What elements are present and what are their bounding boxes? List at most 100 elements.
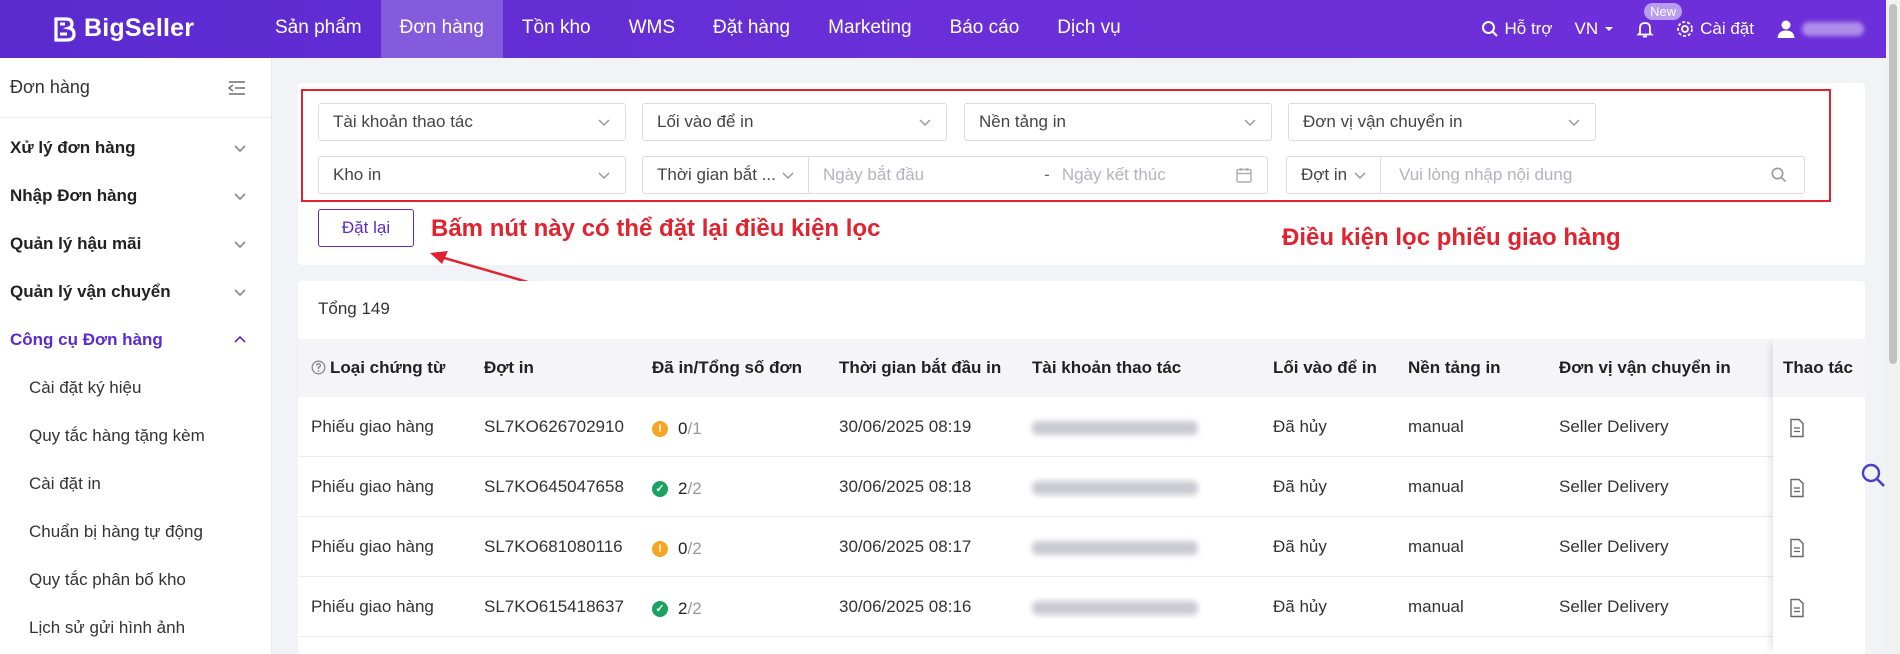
notification-bell[interactable]: New — [1636, 3, 1683, 38]
cell-account-blurred — [1032, 577, 1198, 637]
column-header-entry: Lối vào để in — [1273, 358, 1377, 377]
chevron-down-icon — [234, 193, 246, 201]
cell-start-time: 30/06/2025 08:18 — [839, 477, 972, 496]
sidebar-group-shipping[interactable]: Quản lý vận chuyển — [0, 268, 271, 316]
cell-entry: Đã hủy — [1273, 417, 1327, 436]
warning-icon: ! — [652, 421, 668, 437]
sidebar-group-order-tools[interactable]: Công cụ Đơn hàng — [0, 316, 271, 364]
caret-down-icon — [1605, 27, 1614, 31]
help-circle-icon[interactable] — [311, 360, 326, 375]
sidebar-group-import-orders[interactable]: Nhập Đơn hàng — [0, 172, 271, 220]
warning-icon: ! — [652, 541, 668, 557]
sidebar-group-after-sales[interactable]: Quản lý hậu mãi — [0, 220, 271, 268]
cell-entry: Đã hủy — [1273, 537, 1327, 556]
bigseller-logo-icon — [54, 16, 76, 42]
table-row: Phiếu giao hàng SL7KO645047658 ✓ 2/2 30/0… — [298, 457, 1865, 517]
language-select[interactable]: VN — [1575, 19, 1615, 39]
cell-account-blurred — [1032, 517, 1198, 577]
sidebar-item-warehouse-rules[interactable]: Quy tắc phân bố kho — [0, 556, 271, 604]
sidebar-group-label: Công cụ Đơn hàng — [10, 330, 163, 349]
column-header-label: Loại chứng từ — [330, 358, 446, 377]
nav-services[interactable]: Dịch vụ — [1038, 0, 1139, 58]
cell-batch[interactable]: SL7KO626702910 — [484, 397, 624, 457]
gear-icon — [1677, 21, 1694, 37]
table-header: Loại chứng từ Đợt in Đã in/Tổng số đơn T… — [298, 339, 1865, 397]
new-badge: New — [1644, 3, 1683, 20]
language-label: VN — [1574, 19, 1599, 38]
document-icon[interactable] — [1788, 538, 1806, 558]
cell-entry: Đã hủy — [1273, 597, 1327, 616]
sidebar-header: Đơn hàng — [0, 58, 271, 118]
sidebar-group-order-processing[interactable]: Xử lý đơn hàng — [0, 124, 271, 172]
document-icon[interactable] — [1788, 478, 1806, 498]
floating-search-icon[interactable] — [1860, 462, 1886, 488]
cell-start-time: 30/06/2025 08:16 — [839, 597, 972, 616]
sidebar-group-label: Quản lý hậu mãi — [10, 234, 142, 253]
cell-start-time: 30/06/2025 08:19 — [839, 417, 972, 436]
table-row: Phiếu giao hàng SL7KO626702910 ! 0/1 30/0… — [298, 397, 1865, 457]
user-icon — [1777, 20, 1795, 38]
cell-start-time: 30/06/2025 08:17 — [839, 537, 972, 556]
blurred-email — [1032, 420, 1198, 435]
cell-platform: manual — [1408, 597, 1464, 616]
user-name-blurred — [1802, 22, 1864, 36]
chevron-down-icon — [234, 241, 246, 249]
sidebar: Đơn hàng Xử lý đơn hàng Nhập Đơn hàng Qu… — [0, 58, 272, 654]
filter-highlight-box — [301, 89, 1831, 202]
logo-text: BigSeller — [84, 14, 195, 42]
main-nav: Sản phẩm Đơn hàng Tồn kho WMS Đặt hàng M… — [256, 0, 1140, 58]
total-count: Tổng 149 — [318, 299, 390, 318]
sidebar-item-image-history[interactable]: Lịch sử gửi hình ảnh — [0, 604, 271, 652]
column-header-account: Tài khoản thao tác — [1032, 358, 1182, 377]
column-header-carrier: Đơn vị vận chuyển in — [1559, 358, 1731, 377]
nav-products[interactable]: Sản phẩm — [256, 0, 381, 58]
sidebar-group-label: Nhập Đơn hàng — [10, 186, 138, 205]
sidebar-title: Đơn hàng — [10, 77, 90, 97]
column-header-start-time: Thời gian bắt đầu in — [839, 358, 1002, 377]
nav-inventory[interactable]: Tồn kho — [503, 0, 610, 58]
top-navigation-bar: BigSeller Sản phẩm Đơn hàng Tồn kho WMS … — [0, 0, 1886, 58]
cell-printed-total: ✓ 2/2 — [652, 577, 702, 637]
cell-carrier: Seller Delivery — [1559, 417, 1669, 436]
cell-account-blurred — [1032, 397, 1198, 457]
support-link[interactable]: Hỗ trợ — [1481, 19, 1553, 39]
sidebar-item-print-settings[interactable]: Cài đặt in — [0, 460, 271, 508]
cell-printed-total: ! 0/2 — [652, 517, 702, 577]
collapse-menu-icon[interactable] — [227, 79, 247, 97]
scrollbar-thumb[interactable] — [1889, 4, 1897, 364]
user-menu[interactable] — [1776, 19, 1864, 39]
action-column: Thao tác — [1773, 339, 1865, 654]
blurred-email — [1032, 600, 1198, 615]
table-row: Phiếu giao hàng SL7KO615418637 ✓ 2/2 30/0… — [298, 577, 1865, 637]
cell-platform: manual — [1408, 537, 1464, 556]
cell-doc-type: Phiếu giao hàng — [311, 597, 434, 616]
cell-batch[interactable]: SL7KO645047658 — [484, 457, 624, 517]
column-header-printed-total: Đã in/Tổng số đơn — [652, 358, 802, 377]
cell-printed-total: ✓ 2/2 — [652, 457, 702, 517]
document-icon[interactable] — [1788, 418, 1806, 438]
sidebar-item-gift-rules[interactable]: Quy tắc hàng tặng kèm — [0, 412, 271, 460]
sidebar-item-auto-prepare[interactable]: Chuẩn bị hàng tự động — [0, 508, 271, 556]
cell-carrier: Seller Delivery — [1559, 597, 1669, 616]
nav-orders[interactable]: Đơn hàng — [380, 0, 503, 58]
document-icon[interactable] — [1788, 598, 1806, 618]
cell-carrier: Seller Delivery — [1559, 537, 1669, 556]
settings-link[interactable]: Cài đặt — [1676, 19, 1754, 39]
cell-carrier: Seller Delivery — [1559, 477, 1669, 496]
chevron-down-icon — [234, 145, 246, 153]
filter-annotation: Điều kiện lọc phiếu giao hàng — [1282, 224, 1621, 251]
cell-entry: Đã hủy — [1273, 477, 1327, 496]
bigseller-logo[interactable]: BigSeller — [50, 14, 194, 43]
cell-platform: manual — [1408, 477, 1464, 496]
settings-label: Cài đặt — [1700, 19, 1754, 38]
cell-batch[interactable]: SL7KO681080116 — [484, 517, 623, 577]
nav-purchase[interactable]: Đặt hàng — [694, 0, 809, 58]
total-count-cell: 2 — [692, 479, 702, 498]
sidebar-item-mark-settings[interactable]: Cài đặt ký hiệu — [0, 364, 271, 412]
reset-button[interactable]: Đặt lại — [318, 209, 414, 247]
nav-marketing[interactable]: Marketing — [809, 0, 930, 58]
nav-wms[interactable]: WMS — [610, 0, 694, 58]
nav-reports[interactable]: Báo cáo — [931, 0, 1039, 58]
check-circle-icon: ✓ — [652, 481, 668, 497]
cell-batch[interactable]: SL7KO615418637 — [484, 577, 624, 637]
